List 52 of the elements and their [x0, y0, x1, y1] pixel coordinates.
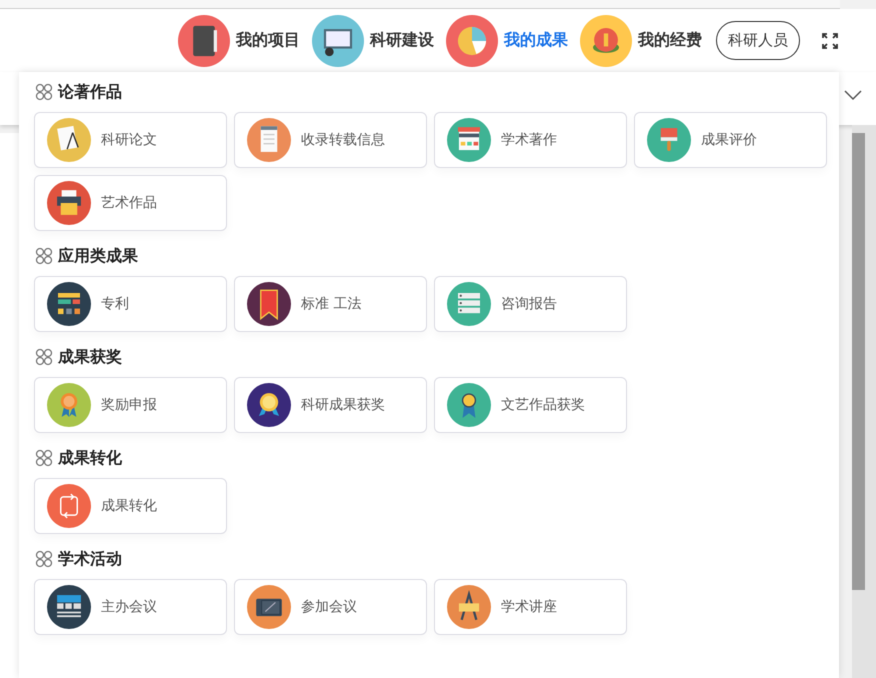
- medal-icon: [247, 383, 291, 427]
- nav-tab[interactable]: 我的成果: [446, 14, 568, 66]
- flowchart-icon: [47, 282, 91, 326]
- command-icon: [34, 82, 54, 102]
- menu-card[interactable]: 科研论文: [34, 112, 227, 168]
- easel-icon: [447, 585, 491, 629]
- menu-card[interactable]: 奖励申报: [34, 377, 227, 433]
- nav-tab[interactable]: 我的项目: [178, 14, 300, 66]
- menu-card[interactable]: 成果转化: [34, 478, 227, 534]
- papers-icon: [47, 118, 91, 162]
- command-icon: [34, 448, 54, 468]
- document-icon: [247, 118, 291, 162]
- command-icon: [34, 549, 54, 569]
- menu-card[interactable]: 标准 工法: [234, 276, 427, 332]
- printer-icon: [47, 181, 91, 225]
- section-title: 应用类成果: [58, 246, 138, 266]
- menu-card[interactable]: 学术讲座: [434, 579, 627, 635]
- shop-icon: [447, 118, 491, 162]
- command-icon: [34, 347, 54, 367]
- cycle-arrows-icon: [47, 484, 91, 528]
- notebook-icon: [178, 14, 230, 66]
- role-button[interactable]: 科研人员: [716, 21, 800, 60]
- menu-card[interactable]: 科研成果获奖: [234, 377, 427, 433]
- menu-card[interactable]: 艺术作品: [34, 175, 227, 231]
- menu-card[interactable]: 收录转载信息: [234, 112, 427, 168]
- rosette-icon: [47, 383, 91, 427]
- drawing-tablet-icon: [247, 585, 291, 629]
- monitor-icon: [312, 14, 364, 66]
- menu-card[interactable]: 参加会议: [234, 579, 427, 635]
- menu-card[interactable]: 专利: [34, 276, 227, 332]
- menu-card[interactable]: 主办会议: [34, 579, 227, 635]
- server-icon: [447, 282, 491, 326]
- command-icon: [34, 246, 54, 266]
- nav-tab[interactable]: 我的经费: [580, 14, 702, 66]
- menu-card[interactable]: 咨询报告: [434, 276, 627, 332]
- section-title: 成果获奖: [58, 346, 122, 368]
- ribbon-banner-icon: [247, 282, 291, 326]
- scrollbar-thumb[interactable]: [852, 133, 865, 590]
- section-title: 论著作品: [58, 82, 122, 102]
- badge-icon: [447, 383, 491, 427]
- section-title: 学术活动: [58, 548, 122, 570]
- schedule-board-icon: [47, 585, 91, 629]
- coin-icon: [580, 14, 632, 66]
- chevron-down-icon[interactable]: [844, 89, 862, 101]
- menu-card[interactable]: 学术著作: [434, 112, 627, 168]
- pie-chart-icon: [446, 14, 498, 66]
- paint-brush-icon: [647, 118, 691, 162]
- section-title: 成果转化: [58, 448, 122, 468]
- menu-card[interactable]: 成果评价: [634, 112, 827, 168]
- menu-card[interactable]: 文艺作品获奖: [434, 377, 627, 433]
- nav-tab[interactable]: 科研建设: [312, 14, 434, 66]
- fullscreen-icon[interactable]: [822, 32, 838, 48]
